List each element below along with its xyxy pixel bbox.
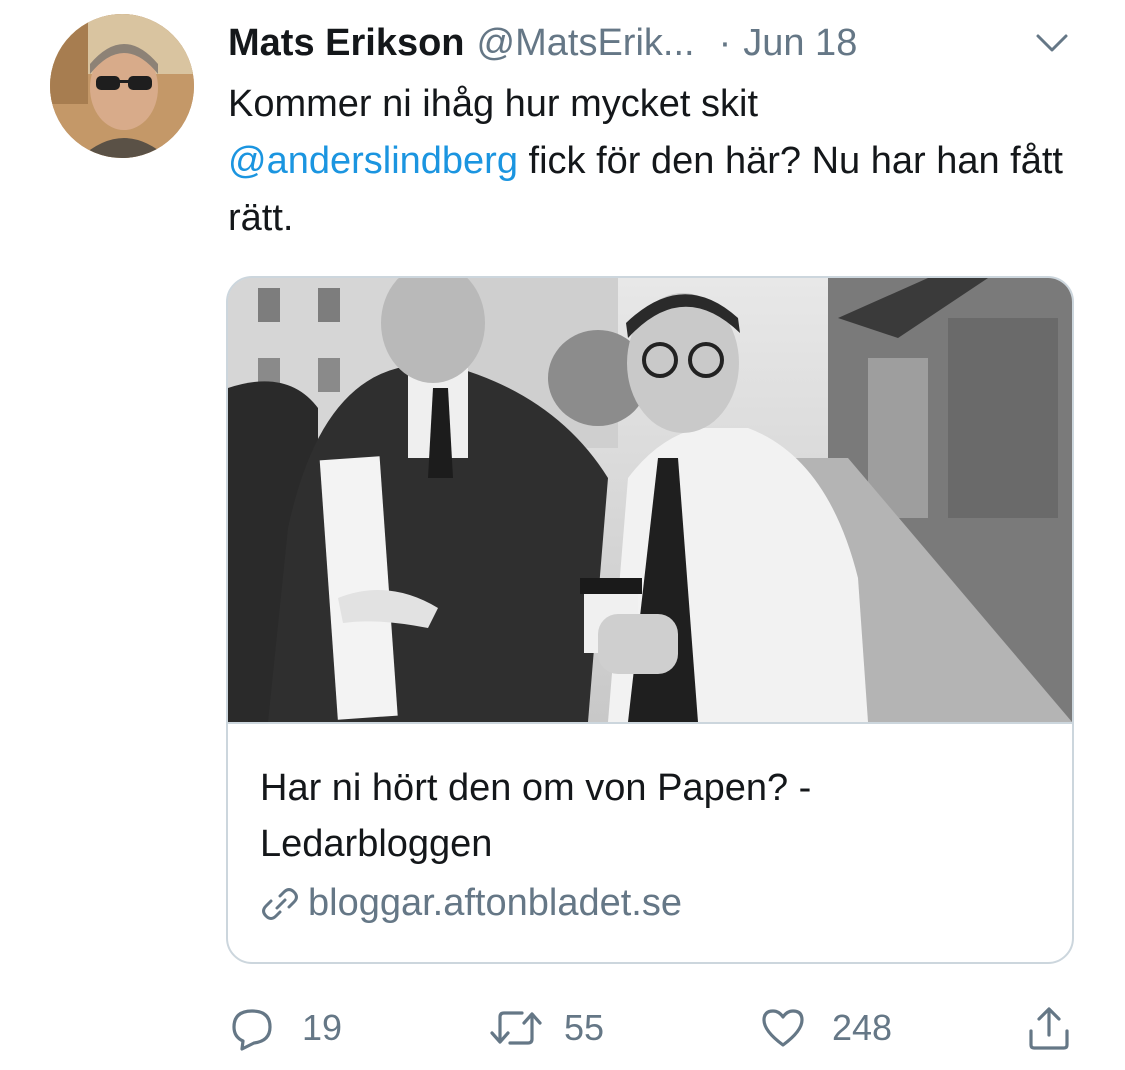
author-name[interactable]: Mats Erikson — [228, 22, 465, 65]
retweet-button[interactable]: 55 — [488, 1000, 604, 1056]
card-domain-text: bloggar.aftonbladet.se — [308, 882, 682, 924]
tweet-date[interactable]: Jun 18 — [743, 22, 857, 65]
reply-count: 19 — [302, 1007, 343, 1048]
author-avatar[interactable] — [50, 14, 194, 158]
share-icon — [1029, 1007, 1069, 1050]
user-avatar-icon — [50, 14, 194, 158]
card-title[interactable]: Har ni hört den om von Papen? - Ledarblo… — [260, 760, 1020, 872]
photo-icon — [228, 278, 1072, 722]
link-icon — [262, 887, 298, 920]
retweet-icon — [490, 1011, 542, 1045]
card-image[interactable] — [228, 278, 1072, 724]
retweet-count: 55 — [564, 1007, 605, 1048]
like-count: 248 — [832, 1007, 893, 1048]
link-card[interactable]: Har ni hört den om von Papen? - Ledarblo… — [226, 276, 1074, 964]
heart-icon — [762, 1009, 804, 1047]
card-domain[interactable]: bloggar.aftonbladet.se — [260, 882, 682, 925]
tweet-text-part1: Kommer ni ihåg hur mycket skit — [228, 83, 759, 125]
reply-button[interactable]: 19 — [230, 1000, 342, 1056]
tweet-header: Mats Erikson @MatsErik... · Jun 18 — [228, 18, 857, 68]
reply-icon — [232, 1009, 272, 1051]
mention-link[interactable]: @anderslindberg — [228, 140, 518, 182]
like-button[interactable]: 248 — [760, 1000, 892, 1056]
chevron-down-icon[interactable] — [1030, 22, 1074, 66]
separator-dot: · — [718, 21, 732, 64]
action-bar: 19 55 248 — [0, 1000, 1125, 1056]
share-button[interactable] — [1026, 1000, 1072, 1056]
tweet-text: Kommer ni ihåg hur mycket skit @andersli… — [228, 76, 1088, 247]
author-handle[interactable]: @MatsErik... — [477, 22, 695, 65]
